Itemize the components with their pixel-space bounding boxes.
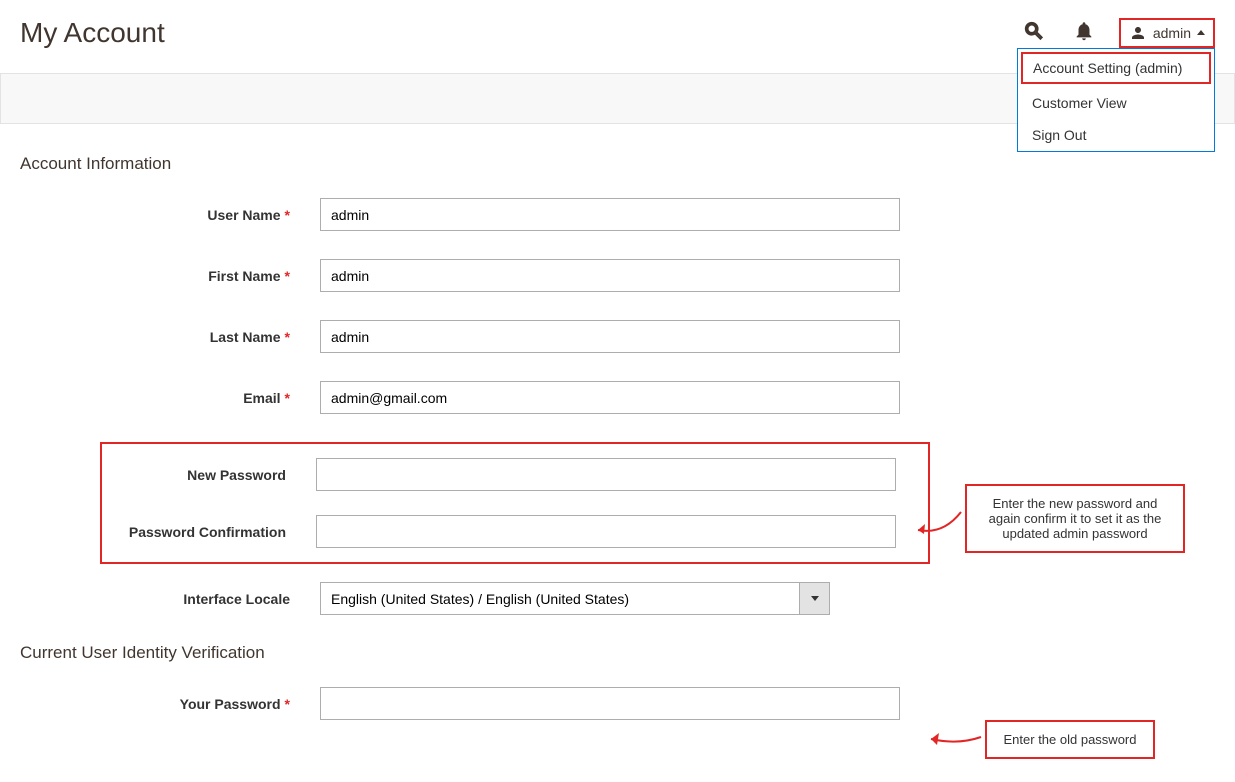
password-highlight-box: New Password Password Confirmation bbox=[100, 442, 930, 564]
arrow-icon bbox=[913, 510, 963, 540]
dropdown-item-customer-view[interactable]: Customer View bbox=[1018, 87, 1214, 119]
annotation-old-password: Enter the old password bbox=[985, 720, 1155, 759]
email-input[interactable] bbox=[320, 381, 900, 414]
section-title-verification: Current User Identity Verification bbox=[20, 643, 1215, 663]
bell-icon bbox=[1073, 20, 1095, 42]
new-password-input[interactable] bbox=[316, 458, 896, 491]
search-button[interactable] bbox=[1019, 16, 1049, 49]
page-title: My Account bbox=[20, 17, 1019, 49]
label-lastname: Last Name* bbox=[20, 329, 320, 345]
required-marker: * bbox=[285, 207, 290, 223]
label-email: Email* bbox=[20, 390, 320, 406]
lastname-input[interactable] bbox=[320, 320, 900, 353]
notifications-button[interactable] bbox=[1069, 16, 1099, 49]
required-marker: * bbox=[285, 329, 290, 345]
search-icon bbox=[1023, 20, 1045, 42]
label-username: User Name* bbox=[20, 207, 320, 223]
dropdown-item-account-setting[interactable]: Account Setting (admin) bbox=[1021, 52, 1211, 84]
user-icon bbox=[1129, 24, 1147, 42]
user-name-label: admin bbox=[1153, 25, 1191, 41]
firstname-input[interactable] bbox=[320, 259, 900, 292]
caret-up-icon bbox=[1197, 30, 1205, 35]
caret-down-icon bbox=[811, 596, 819, 601]
username-input[interactable] bbox=[320, 198, 900, 231]
label-locale: Interface Locale bbox=[20, 591, 320, 607]
user-menu-toggle[interactable]: admin bbox=[1119, 18, 1215, 48]
required-marker: * bbox=[285, 268, 290, 284]
annotation-new-password: Enter the new password and again confirm… bbox=[965, 484, 1185, 553]
select-caret-button[interactable] bbox=[800, 582, 830, 615]
label-new-password: New Password bbox=[102, 467, 316, 483]
label-your-password: Your Password* bbox=[20, 696, 320, 712]
your-password-input[interactable] bbox=[320, 687, 900, 720]
required-marker: * bbox=[285, 696, 290, 712]
user-dropdown: Account Setting (admin) Customer View Si… bbox=[1017, 48, 1215, 152]
section-title-account-info: Account Information bbox=[20, 154, 1215, 174]
label-firstname: First Name* bbox=[20, 268, 320, 284]
required-marker: * bbox=[285, 390, 290, 406]
label-password-confirmation: Password Confirmation bbox=[102, 524, 316, 540]
locale-select[interactable]: English (United States) / English (Unite… bbox=[320, 582, 800, 615]
arrow-icon bbox=[923, 727, 983, 747]
dropdown-item-sign-out[interactable]: Sign Out bbox=[1018, 119, 1214, 151]
password-confirmation-input[interactable] bbox=[316, 515, 896, 548]
